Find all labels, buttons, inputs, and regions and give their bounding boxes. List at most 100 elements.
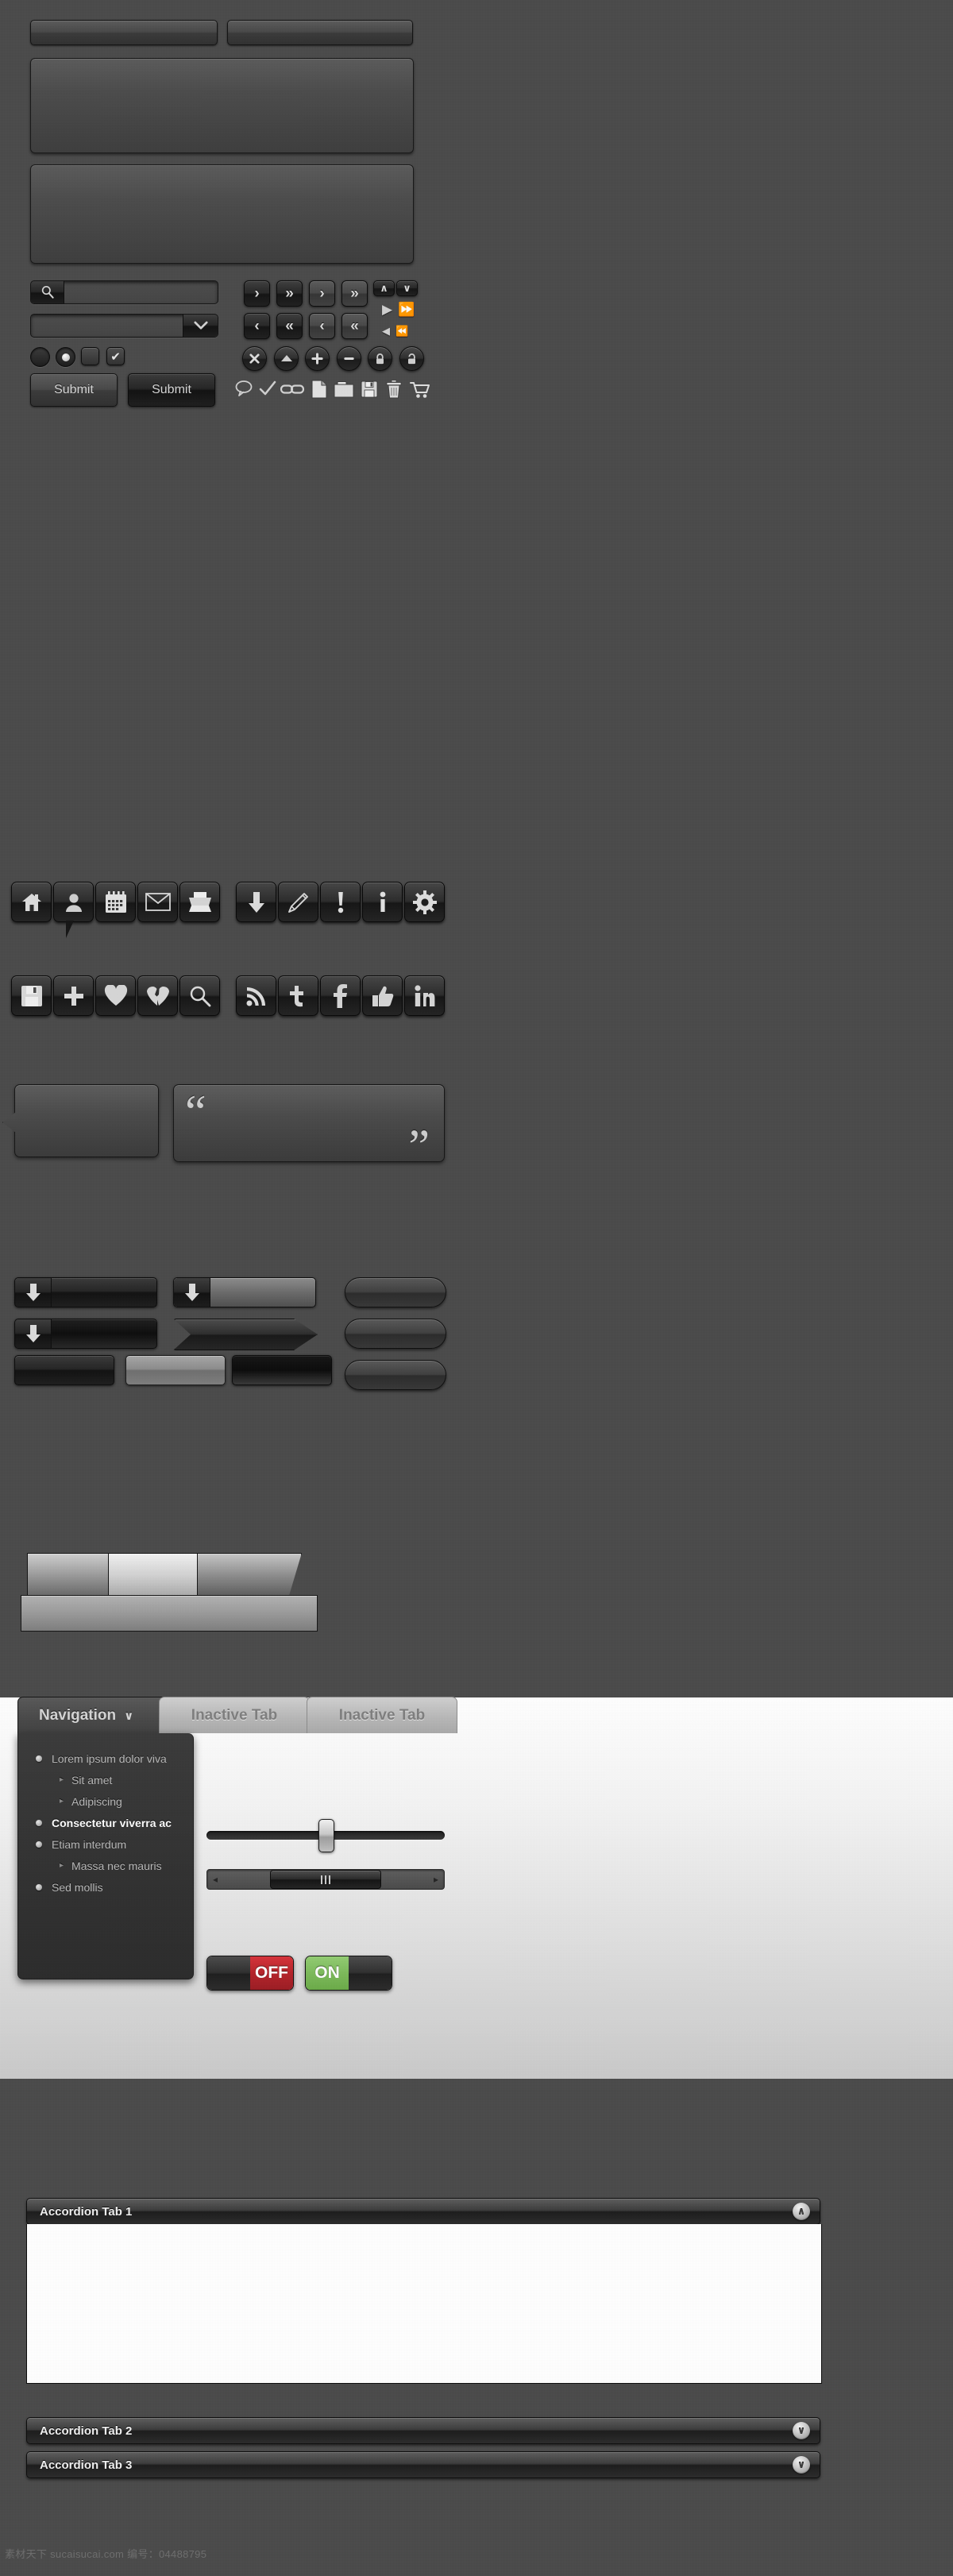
trash-icon[interactable] bbox=[386, 380, 402, 403]
accordion-tab-3[interactable]: Accordion Tab 3 ∨ bbox=[26, 2451, 820, 2478]
tab-navigation[interactable]: Navigation ∨ bbox=[17, 1697, 168, 1733]
lock-button[interactable] bbox=[368, 346, 392, 371]
settings-icon-button[interactable] bbox=[404, 882, 445, 922]
rewind-button[interactable]: « bbox=[276, 313, 303, 339]
radio-unchecked[interactable] bbox=[30, 347, 50, 367]
tab-inactive-2[interactable]: Inactive Tab bbox=[307, 1697, 457, 1733]
scroll-down-button[interactable]: ∨ bbox=[396, 280, 418, 296]
checkbox-checked[interactable]: ✔ bbox=[106, 347, 125, 365]
comment-icon[interactable] bbox=[235, 380, 254, 401]
search-icon-button[interactable] bbox=[179, 975, 220, 1016]
toggle-off[interactable]: OFF bbox=[206, 1956, 294, 1991]
close-button[interactable] bbox=[242, 346, 267, 371]
search-icon[interactable] bbox=[31, 281, 64, 303]
next-button[interactable]: › bbox=[244, 280, 270, 307]
play-arrow-icon[interactable]: ▶ bbox=[382, 303, 392, 316]
back-arrow-icon[interactable]: ◀ bbox=[382, 326, 390, 336]
prev-button-light[interactable]: ‹ bbox=[309, 313, 335, 339]
download-bar-dark[interactable] bbox=[14, 1277, 157, 1307]
slider-knob[interactable] bbox=[318, 1819, 334, 1852]
horizontal-scrollbar[interactable]: ◂ ▸ bbox=[206, 1869, 445, 1890]
checkbox-unchecked[interactable] bbox=[81, 347, 99, 365]
chevron-down-icon[interactable]: ∨ bbox=[793, 2422, 810, 2439]
mail-icon-button[interactable] bbox=[137, 882, 178, 922]
like-icon-button[interactable] bbox=[362, 975, 403, 1016]
fast-forward-button-light[interactable]: » bbox=[341, 280, 368, 307]
facebook-icon-button[interactable] bbox=[320, 975, 361, 1016]
unfavorite-icon-button[interactable] bbox=[137, 975, 178, 1016]
search-input[interactable] bbox=[30, 280, 218, 304]
save-icon-button[interactable] bbox=[11, 975, 52, 1016]
scrollbar-thumb[interactable] bbox=[270, 1870, 381, 1889]
textarea-1[interactable] bbox=[30, 58, 414, 153]
range-slider[interactable] bbox=[206, 1819, 445, 1852]
button-style-light[interactable] bbox=[125, 1355, 226, 1385]
accordion-tab-2[interactable]: Accordion Tab 2 ∨ bbox=[26, 2417, 820, 2444]
tab-label: Inactive Tab bbox=[338, 1706, 426, 1724]
cart-icon[interactable] bbox=[410, 381, 430, 403]
favorite-icon-button[interactable] bbox=[95, 975, 136, 1016]
folder-icon[interactable] bbox=[334, 381, 354, 402]
toggle-on[interactable]: ON bbox=[305, 1956, 392, 1991]
accordion-tab-1[interactable]: Accordion Tab 1 ∧ bbox=[26, 2198, 820, 2225]
toggle-handle[interactable] bbox=[349, 1956, 392, 1990]
collapse-button[interactable] bbox=[274, 346, 299, 371]
chevron-down-icon[interactable] bbox=[183, 315, 218, 337]
pill-button-3[interactable] bbox=[345, 1360, 446, 1390]
add-button[interactable] bbox=[305, 346, 330, 371]
user-icon-button[interactable] bbox=[53, 882, 94, 938]
download-icon-button[interactable] bbox=[236, 882, 276, 922]
download-bar-light[interactable] bbox=[173, 1277, 316, 1307]
save-icon[interactable] bbox=[361, 380, 378, 402]
chevron-up-icon[interactable]: ∧ bbox=[793, 2203, 810, 2220]
scroll-up-button[interactable]: ∧ bbox=[373, 280, 395, 296]
textarea-2[interactable] bbox=[30, 164, 414, 264]
rss-icon-button[interactable] bbox=[236, 975, 276, 1016]
select-dropdown[interactable] bbox=[30, 314, 218, 338]
ribbon-bar[interactable] bbox=[173, 1319, 318, 1350]
prev-button[interactable]: ‹ bbox=[244, 313, 270, 339]
submit-button-light[interactable]: Submit bbox=[30, 373, 118, 407]
print-icon-button[interactable] bbox=[179, 882, 220, 922]
twitter-icon-button[interactable] bbox=[278, 975, 318, 1016]
tab-inactive-1[interactable]: Inactive Tab bbox=[159, 1697, 310, 1733]
download-bar-deep[interactable] bbox=[14, 1319, 157, 1349]
double-back-arrow-icon[interactable]: ⏪ bbox=[395, 326, 408, 336]
button-style-dark[interactable] bbox=[14, 1355, 114, 1385]
unlock-button[interactable] bbox=[399, 346, 424, 371]
document-icon[interactable] bbox=[311, 380, 327, 403]
menu-item[interactable]: Sed mollis bbox=[36, 1876, 193, 1898]
tab-label: Inactive Tab bbox=[191, 1706, 278, 1724]
radio-checked[interactable] bbox=[56, 347, 75, 367]
check-icon[interactable] bbox=[259, 380, 276, 400]
menu-item[interactable]: ▸ Sit amet bbox=[36, 1769, 193, 1790]
button-style-black[interactable] bbox=[232, 1355, 332, 1385]
edit-icon-button[interactable] bbox=[278, 882, 318, 922]
menu-item[interactable]: Lorem ipsum dolor viva bbox=[36, 1748, 193, 1769]
pill-button-2[interactable] bbox=[345, 1319, 446, 1349]
linkedin-icon-button[interactable] bbox=[404, 975, 445, 1016]
menu-item-current[interactable]: Consectetur viverra ac bbox=[36, 1812, 193, 1833]
menu-item[interactable]: Etiam interdum bbox=[36, 1833, 193, 1855]
remove-button[interactable] bbox=[337, 346, 361, 371]
text-input-left[interactable] bbox=[30, 20, 218, 45]
text-input-right[interactable] bbox=[227, 20, 413, 45]
home-icon-button[interactable] bbox=[11, 882, 52, 922]
scroll-left-arrow-icon[interactable]: ◂ bbox=[207, 1874, 223, 1885]
pill-button-1[interactable] bbox=[345, 1277, 446, 1307]
menu-item[interactable]: ▸ Adipiscing bbox=[36, 1790, 193, 1812]
scroll-right-arrow-icon[interactable]: ▸ bbox=[428, 1874, 444, 1885]
rewind-button-light[interactable]: « bbox=[341, 313, 368, 339]
next-button-light[interactable]: › bbox=[309, 280, 335, 307]
calendar-icon-button[interactable] bbox=[95, 882, 136, 922]
fast-forward-button[interactable]: » bbox=[276, 280, 303, 307]
chevron-down-icon[interactable]: ∨ bbox=[793, 2456, 810, 2474]
toggle-handle[interactable] bbox=[207, 1956, 250, 1990]
menu-item[interactable]: ▸ Massa nec mauris bbox=[36, 1855, 193, 1876]
alert-icon-button[interactable] bbox=[320, 882, 361, 922]
double-play-arrow-icon[interactable]: ⏩ bbox=[398, 303, 415, 316]
submit-button-dark[interactable]: Submit bbox=[128, 373, 215, 407]
add-icon-button[interactable] bbox=[53, 975, 94, 1016]
info-icon-button[interactable] bbox=[362, 882, 403, 922]
link-icon[interactable] bbox=[280, 383, 305, 400]
